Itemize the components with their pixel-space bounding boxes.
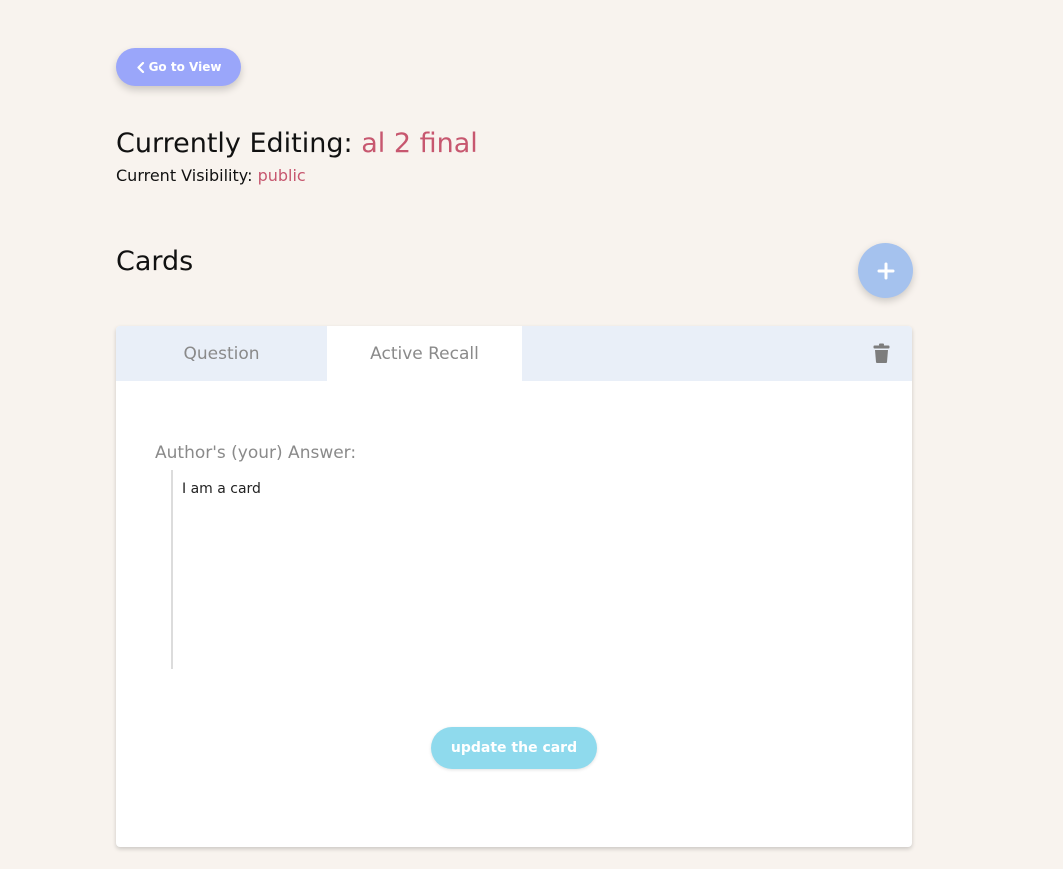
update-card-button[interactable]: update the card bbox=[431, 727, 597, 769]
page-title: Currently Editing: al 2 final bbox=[116, 128, 478, 159]
visibility-line: Current Visibility: public bbox=[116, 166, 306, 185]
visibility-prefix: Current Visibility: bbox=[116, 166, 253, 185]
card-tab-bar: Question Active Recall bbox=[116, 326, 912, 381]
answer-label: Author's (your) Answer: bbox=[155, 443, 357, 463]
cards-heading: Cards bbox=[116, 246, 194, 277]
editing-prefix: Currently Editing: bbox=[116, 128, 353, 159]
answer-textarea[interactable]: I am a card bbox=[171, 470, 861, 669]
add-card-button[interactable] bbox=[858, 243, 913, 298]
card-editor: Question Active Recall Author's (your) A… bbox=[116, 326, 912, 847]
trash-icon[interactable] bbox=[873, 343, 890, 363]
go-to-view-button[interactable]: Go to View bbox=[116, 48, 241, 86]
answer-text: I am a card bbox=[182, 481, 261, 497]
tab-active-recall[interactable]: Active Recall bbox=[327, 326, 522, 381]
visibility-value: public bbox=[257, 166, 306, 185]
plus-icon bbox=[877, 262, 894, 279]
chevron-left-icon bbox=[136, 61, 144, 73]
go-to-view-label: Go to View bbox=[148, 60, 222, 74]
deck-name: al 2 final bbox=[361, 128, 478, 159]
tab-question[interactable]: Question bbox=[116, 326, 327, 381]
